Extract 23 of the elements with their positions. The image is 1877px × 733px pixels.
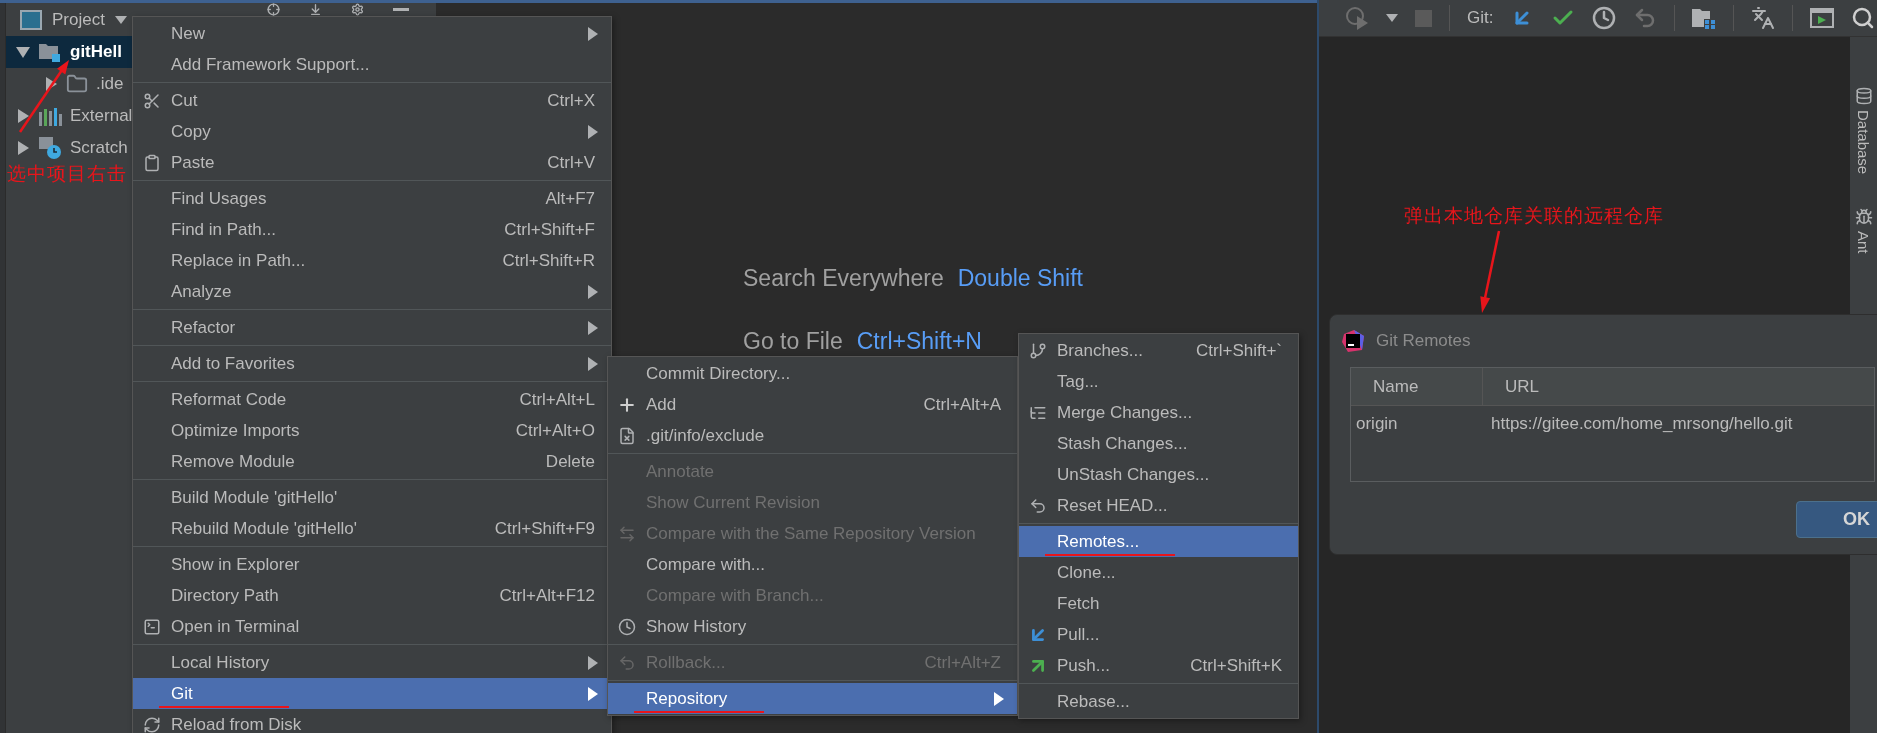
shortcut-label: Ctrl+Alt+O [515,420,595,441]
shortcut-label: Ctrl+Alt+F12 [499,585,595,606]
shortcut-label: Delete [545,451,595,472]
shortcut-label: Ctrl+Shift+N [856,328,982,355]
shortcut-label: Ctrl+Shift+F9 [494,518,595,539]
shortcut-label: Ctrl+Shift+F [504,219,595,240]
annotation-text: 弹出本地仓库关联的远程仓库 [1404,203,1664,228]
dialog-title: Git Remotes [1376,331,1471,351]
annotation-text: 选中项目右击 [7,161,127,186]
shortcut-label: Ctrl+V [547,152,595,173]
shortcut-label: Double Shift [957,265,1083,292]
table-cell-text: https://gitee.com/home_mrsong/hello.git [1490,413,1794,435]
shortcut-label: Ctrl+Shift+R [502,250,595,271]
shortcut-label: Ctrl+Shift+` [1196,340,1282,361]
toolbar-label: Git: [1467,8,1494,28]
shortcut-label: Ctrl+Alt+L [519,389,595,410]
table-cell-text: origin [1355,413,1399,435]
shortcut-label: Ctrl+X [547,90,595,111]
shortcut-label: Ctrl+Shift+K [1190,655,1282,676]
hint-text: Search Everywhere [743,265,944,292]
shortcut-label: Ctrl+Alt+A [923,394,1001,415]
hint-text: Go to File [743,328,843,355]
shortcut-label: Alt+F7 [545,188,595,209]
